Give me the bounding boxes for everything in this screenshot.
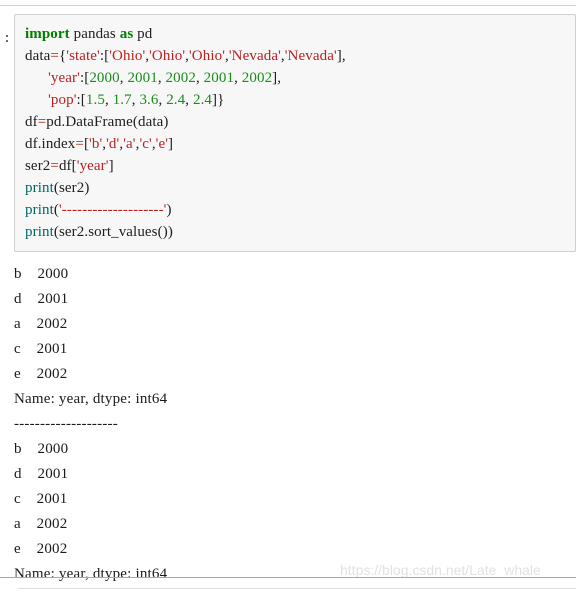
output-line: c 2001: [14, 491, 68, 507]
code-token-plain: df: [25, 114, 38, 130]
code-token-str: '--------------------': [58, 202, 167, 218]
code-line: df=pd.DataFrame(data): [25, 111, 569, 133]
code-token-punct: ],: [272, 70, 282, 86]
code-token-plain: df: [58, 158, 72, 174]
code-token-num: 2001: [203, 70, 235, 86]
code-token-plain: df.index: [25, 136, 76, 152]
code-token-builtin: print: [25, 202, 54, 218]
code-token-num: 1.5: [85, 92, 105, 108]
code-token-num: 2000: [89, 70, 120, 86]
output-line: c 2001: [14, 341, 68, 357]
code-token-num: 2002: [241, 70, 273, 86]
code-token-op: =: [37, 114, 47, 130]
code-editor[interactable]: import pandas as pd data={'state':['Ohio'…: [14, 14, 576, 252]
code-token-builtin: print: [25, 224, 54, 240]
code-token-str: 'pop': [48, 92, 77, 108]
notebook-input-cell: : import pandas as pd data={'state':['Ohi…: [0, 14, 576, 252]
code-token-op: =: [50, 48, 59, 64]
code-token-punct: ,: [104, 92, 113, 108]
code-token-punct: (): [157, 224, 168, 240]
code-token-plain: pd.DataFrame: [46, 114, 133, 130]
code-line: data={'state':['Ohio','Ohio','Ohio','Nev…: [25, 45, 569, 67]
code-token-str: 'state': [66, 48, 100, 64]
code-token-num: 2002: [165, 70, 196, 86]
code-token-str: 'year': [76, 158, 109, 174]
notebook-bottom-divider-primary: [0, 577, 576, 578]
code-token-str: 'b': [89, 136, 103, 152]
code-line: print('--------------------'): [25, 199, 569, 221]
code-token-kw: import: [25, 26, 70, 42]
watermark-text: https://blog.csdn.net/Late_whale: [340, 562, 541, 578]
code-token-punct: ): [84, 180, 90, 196]
code-line: 'year':[2000, 2001, 2002, 2001, 2002],: [25, 67, 569, 89]
code-token-num: 2.4: [192, 92, 213, 108]
code-token-str: 'a': [123, 136, 136, 152]
code-token-str: 'year': [48, 70, 80, 86]
notebook-bottom-divider-secondary: [18, 588, 576, 589]
output-line: e 2002: [14, 541, 68, 557]
code-token-str: 'e': [155, 136, 169, 152]
code-token-punct: ): [166, 202, 172, 218]
code-token-kw: as: [119, 26, 134, 42]
code-token-plain: ser2.sort_values: [58, 224, 158, 240]
code-token-plain: data: [25, 48, 51, 64]
code-token-punct: ]: [168, 136, 174, 152]
code-token-str: 'd': [106, 136, 120, 152]
code-token-plain: ser2: [25, 158, 51, 174]
code-token-num: 2.4: [166, 92, 186, 108]
output-line: d 2001: [14, 466, 69, 482]
code-line: print(ser2): [25, 177, 569, 199]
output-line: b 2000: [14, 266, 69, 282]
code-token-punct: ): [163, 114, 169, 130]
code-token-num: 3.6: [139, 92, 159, 108]
code-token-plain: data: [137, 114, 164, 130]
code-line: df.index=['b','d','a','c','e']: [25, 133, 569, 155]
code-token-punct: ,: [195, 70, 204, 86]
output-line: a 2002: [14, 516, 68, 532]
code-token-plain: ser2: [58, 180, 85, 196]
code-token-str: 'Ohio': [149, 48, 186, 64]
output-line: b 2000: [14, 441, 69, 457]
code-token-str: 'c': [139, 136, 152, 152]
code-token-punct: ,: [157, 70, 166, 86]
code-token-str: 'Nevada': [228, 48, 281, 64]
code-token-builtin: print: [25, 180, 54, 196]
code-token-plain: pd: [133, 26, 153, 42]
code-token-str: 'Nevada': [284, 48, 337, 64]
output-line: --------------------: [14, 416, 118, 432]
cell-prompt-marker: :: [3, 31, 11, 46]
code-token-num: 2001: [127, 70, 158, 86]
notebook-top-divider: [0, 5, 576, 6]
output-line: e 2002: [14, 366, 68, 382]
output-line: d 2001: [14, 291, 69, 307]
code-token-punct: ]: [108, 158, 114, 174]
cell-output: b 2000 d 2001 a 2002 c 2001 e 2002 Name: year…: [14, 262, 564, 587]
code-token-op: =: [75, 136, 84, 152]
code-token-punct: ],: [336, 48, 346, 64]
code-token-num: 1.7: [112, 92, 132, 108]
code-token-punct: ): [167, 224, 173, 240]
code-line: ser2=df['year']: [25, 155, 569, 177]
output-line: a 2002: [14, 316, 68, 332]
code-line: print(ser2.sort_values()): [25, 221, 569, 243]
code-token-punct: ,: [234, 70, 242, 86]
code-token-str: 'Ohio': [109, 48, 146, 64]
code-token-op: =: [50, 158, 59, 174]
output-line: Name: year, dtype: int64: [14, 391, 168, 407]
code-line: 'pop':[1.5, 1.7, 3.6, 2.4, 2.4]}: [25, 89, 569, 111]
code-token-str: 'Ohio': [189, 48, 226, 64]
code-token-punct: ,: [185, 92, 193, 108]
code-line: import pandas as pd: [25, 23, 569, 45]
code-token-punct: ]}: [212, 92, 225, 108]
code-token-plain: pandas: [69, 26, 120, 42]
